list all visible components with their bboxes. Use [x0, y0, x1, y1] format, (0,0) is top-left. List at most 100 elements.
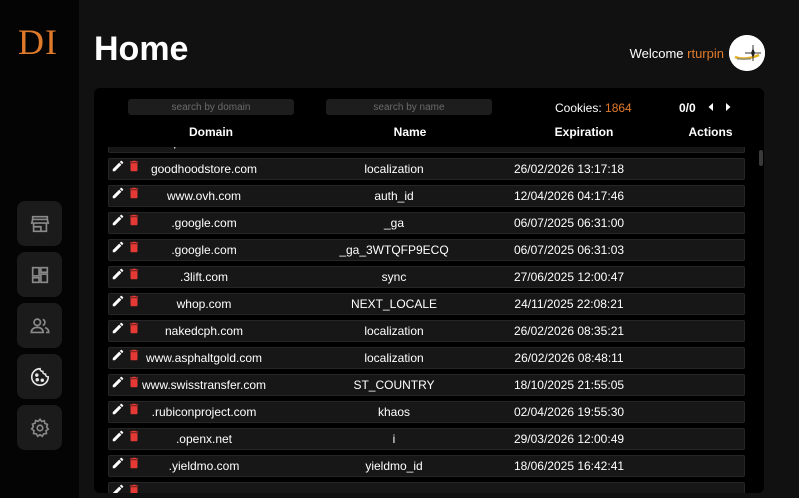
cell-name: localization [299, 147, 489, 149]
table-row: .openx.net i 29/03/2026 12:00:49 [108, 428, 745, 450]
column-header-domain[interactable]: Domain [108, 125, 314, 139]
sidebar-item-dashboard[interactable] [17, 252, 62, 297]
cookies-count: Cookies: 1864 [555, 101, 632, 115]
delete-icon[interactable] [127, 213, 141, 227]
table-row: www.swisstransfer.com ST_COUNTRY 18/10/2… [108, 374, 745, 396]
delete-icon[interactable] [127, 267, 141, 281]
edit-icon[interactable] [111, 186, 125, 200]
cookies-number: 1864 [605, 101, 632, 115]
chevron-left-icon[interactable] [707, 103, 715, 111]
delete-icon[interactable] [127, 375, 141, 389]
table-row: goodhoodstore.com localization 26/02/202… [108, 158, 745, 180]
cell-name: ST_COUNTRY [353, 378, 435, 392]
edit-icon[interactable] [111, 483, 125, 493]
edit-icon[interactable] [111, 213, 125, 227]
table-row: .google.com _ga 06/07/2025 06:31:00 [108, 212, 745, 234]
pagination-text: 0/0 [679, 101, 696, 115]
users-icon [29, 317, 50, 333]
store-icon [30, 215, 49, 232]
cell-expiration: 02/04/2026 19:55:30 [513, 405, 625, 419]
cell-name: localization [364, 162, 424, 176]
sidebar-item-store[interactable] [17, 201, 62, 246]
edit-icon[interactable] [111, 294, 125, 308]
cell-name: khaos [377, 405, 411, 419]
cookies-panel: Cookies: 1864 0/0 Domain Name Expiration… [94, 88, 764, 493]
edit-icon[interactable] [111, 267, 125, 281]
table-body: shoplookbook.com localization 26/02/2026… [94, 147, 764, 493]
sidebar-item-users[interactable] [17, 303, 62, 348]
sidebar-item-cookies[interactable] [17, 354, 62, 399]
delete-icon[interactable] [127, 159, 141, 173]
cookies-label: Cookies: [555, 101, 602, 115]
table-row: nakedcph.com localization 26/02/2026 08:… [108, 320, 745, 342]
delete-icon[interactable] [127, 321, 141, 335]
edit-icon[interactable] [111, 348, 125, 362]
delete-icon[interactable] [127, 186, 141, 200]
table-scrollbar[interactable] [759, 150, 763, 166]
edit-icon[interactable] [111, 456, 125, 470]
table-row: .3lift.com sync 27/06/2025 12:00:47 [108, 266, 745, 288]
edit-icon[interactable] [111, 402, 125, 416]
table-row: whop.com NEXT_LOCALE 24/11/2025 22:08:21 [108, 293, 745, 315]
cell-expiration: 26/02/2026 13:17:18 [484, 147, 654, 149]
edit-icon[interactable] [111, 429, 125, 443]
welcome-label: Welcome [629, 46, 684, 61]
table-row: www.asphaltgold.com localization 26/02/2… [108, 347, 745, 369]
avatar[interactable] [729, 35, 765, 71]
delete-icon[interactable] [127, 456, 141, 470]
chevron-right-icon[interactable] [724, 103, 732, 111]
cell-expiration: 06/07/2025 06:31:00 [513, 216, 625, 230]
cell-name: localization [364, 351, 424, 365]
cell-expiration: 06/07/2025 06:31:03 [513, 243, 625, 257]
delete-icon[interactable] [127, 429, 141, 443]
cell-expiration: 18/06/2025 16:42:41 [513, 459, 625, 473]
delete-icon[interactable] [127, 240, 141, 254]
gear-icon [30, 417, 49, 437]
row-actions [109, 483, 149, 493]
edit-icon[interactable] [111, 321, 125, 335]
table-row: www.ovh.com auth_id 12/04/2026 04:17:46 [108, 185, 745, 207]
delete-icon[interactable] [127, 402, 141, 416]
cell-name: _ga_3WTQFP9ECQ [339, 243, 449, 257]
table-row: .google.com _ga_3WTQFP9ECQ 06/07/2025 06… [108, 239, 745, 261]
edit-icon[interactable] [111, 240, 125, 254]
page-title: Home [94, 30, 189, 68]
cell-name: yieldmo_id [365, 459, 423, 473]
column-header-actions: Actions [688, 125, 733, 139]
cell-name: NEXT_LOCALE [350, 297, 438, 311]
search-name-input[interactable] [326, 99, 492, 115]
table-row: .yieldmo.com yieldmo_id 18/06/2025 16:42… [108, 455, 745, 477]
avatar-icon [729, 35, 765, 71]
cell-expiration: 24/11/2025 22:08:21 [514, 297, 624, 311]
edit-icon[interactable] [111, 159, 125, 173]
column-header-expiration[interactable]: Expiration [499, 125, 669, 139]
cell-name: i [392, 432, 396, 446]
app-logo[interactable]: DI [18, 24, 58, 60]
cookie-icon [30, 367, 49, 386]
cell-expiration: 27/06/2025 12:00:47 [513, 270, 625, 284]
cell-name: sync [381, 270, 407, 284]
sidebar: DI [0, 0, 79, 498]
cell-expiration: 26/02/2026 08:48:11 [514, 351, 624, 365]
sidebar-item-settings[interactable] [17, 405, 62, 450]
cell-expiration: 18/10/2025 21:55:05 [513, 378, 625, 392]
cell-expiration: 29/03/2026 12:00:49 [513, 432, 625, 446]
table-row [108, 482, 745, 493]
edit-icon[interactable] [111, 375, 125, 389]
cell-name: _ga [383, 216, 405, 230]
cell-domain: shoplookbook.com [109, 147, 299, 149]
cell-expiration: 12/04/2026 04:17:46 [513, 189, 625, 203]
username: rturpin [687, 46, 724, 61]
main-content: Home Welcome rturpin Cookies: 1864 0/0 D… [79, 0, 799, 498]
cell-name: auth_id [374, 189, 414, 203]
cell-expiration: 26/02/2026 13:17:18 [513, 162, 625, 176]
column-header-name[interactable]: Name [310, 125, 510, 139]
table-row: .rubiconproject.com khaos 02/04/2026 19:… [108, 401, 745, 423]
cell-expiration: 26/02/2026 08:35:21 [513, 324, 625, 338]
delete-icon[interactable] [127, 294, 141, 308]
delete-icon[interactable] [127, 483, 141, 493]
welcome-message: Welcome rturpin [630, 46, 724, 61]
delete-icon[interactable] [127, 348, 141, 362]
table-row: shoplookbook.com localization 26/02/2026… [108, 147, 745, 153]
search-domain-input[interactable] [128, 99, 294, 115]
